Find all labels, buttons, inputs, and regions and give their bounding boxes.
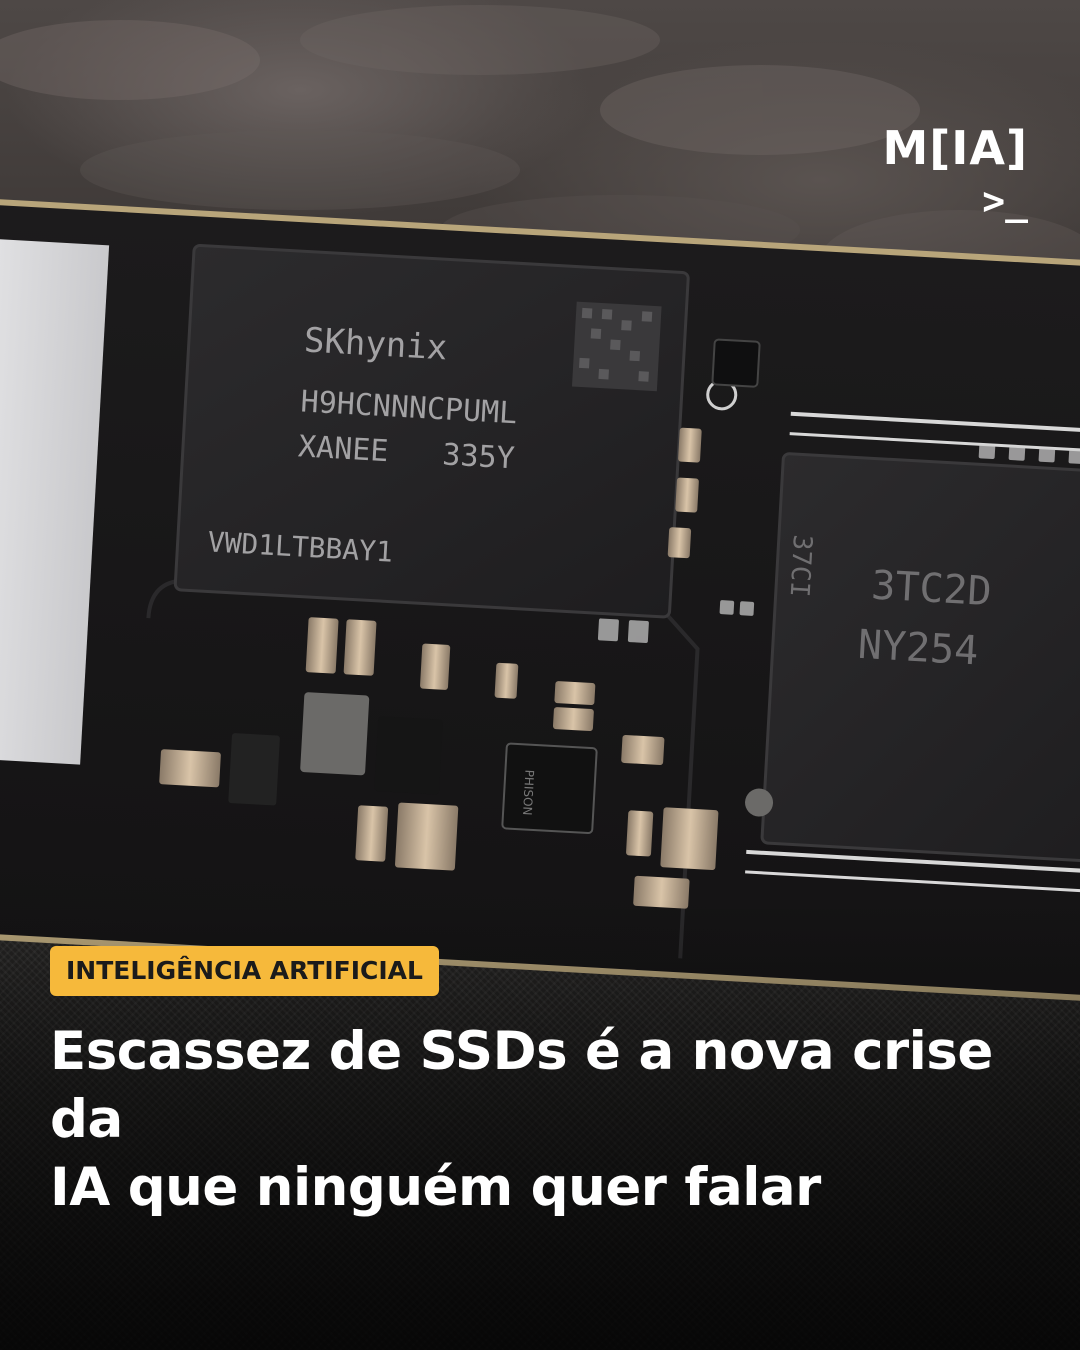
- terminal-prompt-icon: >_: [982, 179, 1028, 223]
- brand-logo: M[IA] >_: [882, 118, 1028, 224]
- headline: Escassez de SSDs é a nova crise da IA qu…: [50, 1018, 1040, 1222]
- headline-line-1: Escassez de SSDs é a nova crise da: [50, 1021, 993, 1150]
- dram-chip-model: 3TC2D: [870, 563, 993, 616]
- brand-logo-text: M[IA]: [882, 121, 1028, 175]
- category-badge: INTELIGÊNCIA ARTIFICIAL: [50, 946, 439, 996]
- dram-chip-code: 37CI: [784, 534, 817, 598]
- post-card: SKhynix H9HCNNNCPUML XANEE 335Y VWD1LTBB…: [0, 0, 1080, 1350]
- controller-chip-label: PHISON: [520, 769, 537, 816]
- nand-chip-brand: SKhynix: [303, 320, 448, 368]
- dram-chip-batch: NY254: [857, 622, 980, 675]
- headline-line-2: IA que ninguém quer falar: [50, 1157, 821, 1218]
